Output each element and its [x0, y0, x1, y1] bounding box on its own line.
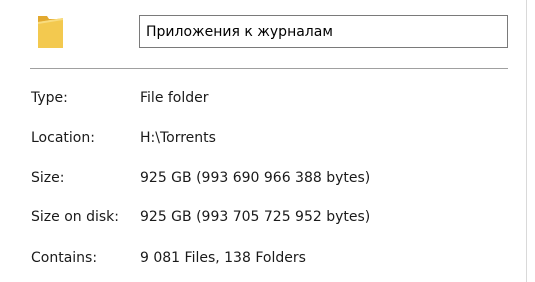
folder-name-input[interactable]	[139, 15, 508, 48]
location-label: Location:	[31, 130, 95, 146]
properties-panel: Type: File folder Location: H:\Torrents …	[0, 0, 526, 282]
size-label: Size:	[31, 170, 65, 186]
property-row-location: Location: H:\Torrents	[0, 130, 526, 150]
window-edge	[526, 0, 527, 282]
size-value: 925 GB (993 690 966 388 bytes)	[140, 170, 371, 186]
folder-icon	[36, 12, 66, 50]
property-row-size: Size: 925 GB (993 690 966 388 bytes)	[0, 170, 526, 190]
property-row-type: Type: File folder	[0, 90, 526, 110]
property-row-contains: Contains: 9 081 Files, 138 Folders	[0, 250, 526, 270]
size-on-disk-label: Size on disk:	[31, 209, 119, 225]
type-label: Type:	[31, 90, 68, 106]
type-value: File folder	[140, 90, 209, 106]
separator	[30, 68, 508, 69]
property-row-size-on-disk: Size on disk: 925 GB (993 705 725 952 by…	[0, 209, 526, 229]
location-value: H:\Torrents	[140, 130, 216, 146]
size-on-disk-value: 925 GB (993 705 725 952 bytes)	[140, 209, 371, 225]
contains-label: Contains:	[31, 250, 98, 266]
contains-value: 9 081 Files, 138 Folders	[140, 250, 306, 266]
